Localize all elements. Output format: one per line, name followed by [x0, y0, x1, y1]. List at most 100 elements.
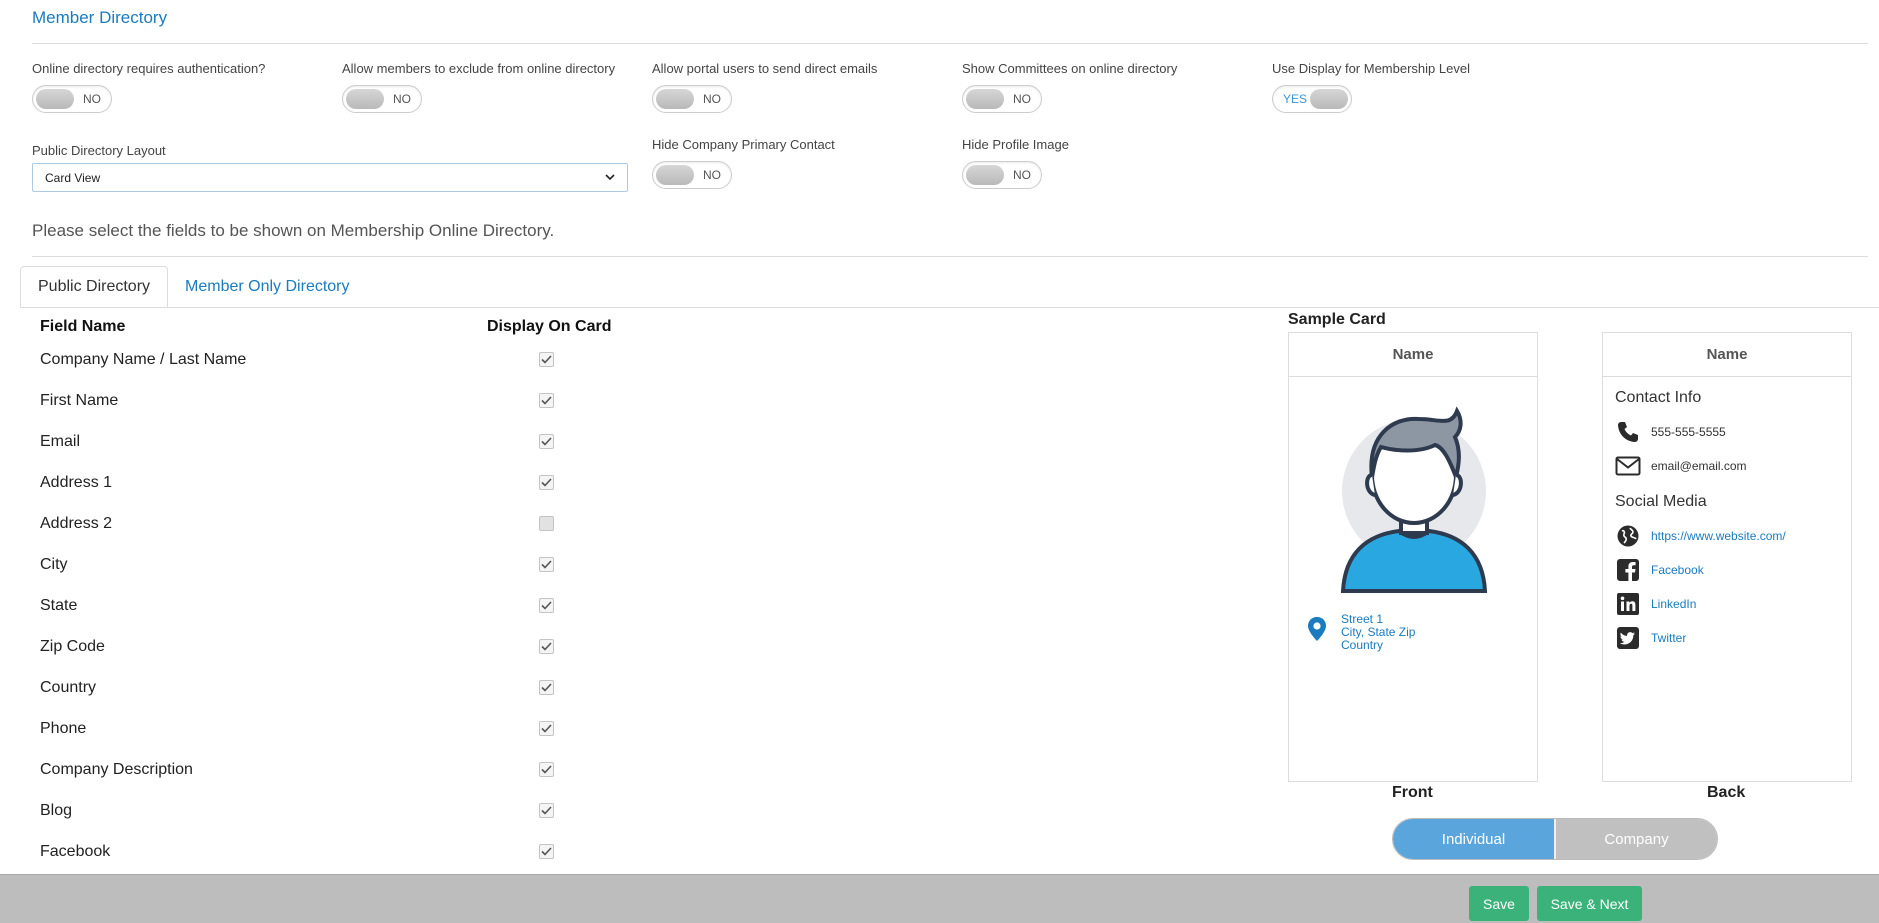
toggle-knob [656, 165, 694, 185]
setting-label: Allow members to exclude from online dir… [342, 61, 616, 76]
directory-layout-select[interactable]: Card View [32, 163, 628, 192]
globe-icon [1615, 523, 1641, 549]
hide-primary-contact-toggle[interactable]: NO [652, 161, 732, 189]
avatar-icon [1339, 403, 1489, 593]
card-back: Name Contact Info 555-555-5555 email@ema… [1602, 332, 1852, 782]
setting-label: Public Directory Layout [32, 143, 166, 158]
instruction-text: Please select the fields to be shown on … [32, 221, 555, 240]
display-on-card-checkbox[interactable] [539, 557, 554, 572]
display-on-card-checkbox[interactable] [539, 762, 554, 777]
setting-label: Hide Profile Image [962, 137, 1069, 152]
field-name: Address 1 [40, 473, 113, 491]
header-display-on-card: Display On Card [487, 318, 612, 335]
toggle-knob [656, 89, 694, 109]
show-committees-toggle[interactable]: NO [962, 85, 1042, 113]
checkmark-icon [541, 437, 552, 446]
toggle-state: NO [83, 92, 101, 106]
linkedin-link[interactable]: LinkedIn [1651, 597, 1696, 611]
social-media-title: Social Media [1615, 493, 1707, 510]
display-on-card-checkbox[interactable] [539, 352, 554, 367]
setting-directory-layout: Public Directory Layout Card View [32, 143, 628, 192]
table-row: Country [40, 667, 640, 708]
linkedin-icon [1615, 591, 1641, 617]
toggle-state: NO [703, 92, 721, 106]
table-row: Phone [40, 708, 640, 749]
facebook-link[interactable]: Facebook [1651, 563, 1704, 577]
title-divider [32, 43, 1868, 44]
table-header: Field Name Display On Card [40, 318, 640, 338]
checkmark-icon [541, 642, 552, 651]
tab-divider [20, 307, 1879, 308]
phone-row: 555-555-5555 [1615, 415, 1839, 449]
direct-emails-toggle[interactable]: NO [652, 85, 732, 113]
card-front-name: Name [1289, 333, 1537, 377]
tab-public-directory[interactable]: Public Directory [20, 266, 169, 308]
save-button[interactable]: Save [1469, 886, 1529, 921]
allow-exclude-toggle[interactable]: NO [342, 85, 422, 113]
setting-show-committees: Show Committees on online directory NO [962, 61, 1177, 113]
display-on-card-checkbox[interactable] [539, 639, 554, 654]
checkmark-icon [541, 847, 552, 856]
checkmark-icon [541, 683, 552, 692]
display-on-card-checkbox[interactable] [539, 475, 554, 490]
card-front: Name Street 1 City, State Zip Country [1288, 332, 1538, 782]
setting-membership-level: Use Display for Membership Level YES [1272, 61, 1470, 113]
display-on-card-checkbox[interactable] [539, 516, 554, 531]
checkmark-icon [541, 601, 552, 610]
field-name: First Name [40, 391, 119, 409]
display-on-card-checkbox[interactable] [539, 721, 554, 736]
hide-profile-image-toggle[interactable]: NO [962, 161, 1042, 189]
address-line: Country [1341, 638, 1384, 652]
website-link[interactable]: https://www.website.com/ [1651, 529, 1786, 543]
card-back-body: Contact Info 555-555-5555 email@email.co… [1603, 377, 1851, 667]
table-row: Address 1 [40, 462, 640, 503]
toggle-knob [346, 89, 384, 109]
segment-company[interactable]: Company [1554, 819, 1717, 859]
footer-bar: Save Save & Next [0, 874, 1879, 923]
setting-label: Online directory requires authentication… [32, 61, 266, 76]
chevron-down-icon [605, 172, 615, 184]
setting-label: Hide Company Primary Contact [652, 137, 835, 152]
toggle-knob [36, 89, 74, 109]
twitter-row: Twitter [1615, 621, 1839, 655]
facebook-row: Facebook [1615, 553, 1839, 587]
tab-member-only-directory[interactable]: Member Only Directory [168, 266, 366, 308]
instruction-divider [32, 256, 1868, 257]
phone-text: 555-555-5555 [1651, 425, 1726, 439]
field-name: Company Name / Last Name [40, 350, 247, 368]
membership-level-toggle[interactable]: YES [1272, 85, 1352, 113]
field-name: Zip Code [40, 637, 105, 655]
display-on-card-checkbox[interactable] [539, 434, 554, 449]
table-row: Email [40, 421, 640, 462]
checkmark-icon [541, 355, 552, 364]
toggle-state: NO [703, 168, 721, 182]
field-name: City [40, 555, 68, 573]
toggle-knob [966, 89, 1004, 109]
card-type-segmented-control: Individual Company [1392, 818, 1718, 860]
sample-card-title: Sample Card [1288, 311, 1386, 328]
table-row: Facebook [40, 831, 640, 872]
display-on-card-checkbox[interactable] [539, 598, 554, 613]
segment-individual[interactable]: Individual [1393, 819, 1554, 859]
display-on-card-checkbox[interactable] [539, 844, 554, 859]
header-field-name: Field Name [40, 318, 126, 335]
display-on-card-checkbox[interactable] [539, 803, 554, 818]
table-row: First Name [40, 380, 640, 421]
website-row: https://www.website.com/ [1615, 519, 1839, 553]
select-value: Card View [45, 170, 101, 185]
display-on-card-checkbox[interactable] [539, 393, 554, 408]
display-on-card-checkbox[interactable] [539, 680, 554, 695]
save-next-button[interactable]: Save & Next [1537, 886, 1642, 921]
toggle-state: NO [393, 92, 411, 106]
setting-hide-profile-image: Hide Profile Image NO [962, 137, 1069, 189]
setting-allow-exclude: Allow members to exclude from online dir… [342, 61, 615, 113]
facebook-icon [1615, 557, 1641, 583]
require-auth-toggle[interactable]: NO [32, 85, 112, 113]
card-address: Street 1 City, State Zip Country [1307, 613, 1415, 652]
twitter-link[interactable]: Twitter [1651, 631, 1686, 645]
field-name: Country [40, 678, 97, 696]
linkedin-row: LinkedIn [1615, 587, 1839, 621]
field-name: State [40, 596, 78, 614]
directory-tabs: Public Directory Member Only Directory [20, 266, 367, 308]
toggle-knob [1310, 89, 1348, 109]
